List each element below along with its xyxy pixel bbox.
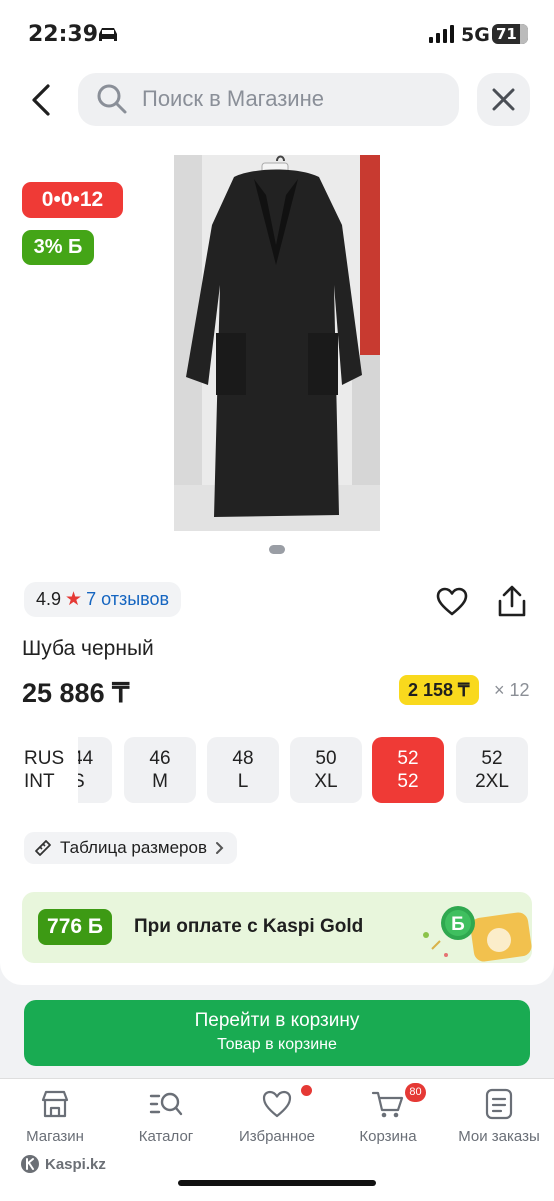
orders-icon	[485, 1088, 513, 1120]
heart-icon	[262, 1090, 292, 1118]
size-option-46[interactable]: 46 M	[124, 737, 196, 803]
product-title: Шуба черный	[22, 637, 154, 660]
network-type: 5G	[461, 24, 490, 46]
car-icon	[99, 28, 117, 41]
favorites-notification-dot	[301, 1085, 312, 1096]
nav-favorites[interactable]: Избранное	[222, 1088, 332, 1145]
nav-favorites-label: Избранное	[238, 1128, 316, 1145]
size-chart-link[interactable]: Таблица размеров	[24, 832, 237, 864]
bonus-badge: 3% Б	[22, 230, 94, 265]
gold-banner-text: При оплате с Kaspi Gold	[134, 916, 364, 937]
star-icon: ★	[65, 589, 83, 610]
search-placeholder[interactable]: Поиск в Магазине	[142, 86, 324, 112]
nav-catalog-label: Каталог	[138, 1128, 194, 1145]
go-to-cart-button[interactable]: Перейти в корзину Товар в корзине	[24, 1000, 530, 1066]
ruler-icon	[35, 840, 51, 856]
size-option-48[interactable]: 48 L	[207, 737, 279, 803]
nav-shop-label: Магазин	[26, 1128, 84, 1145]
nav-catalog[interactable]: Каталог	[111, 1088, 221, 1145]
share-icon[interactable]	[496, 585, 528, 619]
product-price: 25 886 ₸	[22, 678, 130, 708]
gold-bonus-badge: 776 Б	[38, 909, 112, 945]
cart-count-badge: 80	[405, 1083, 426, 1102]
close-button[interactable]	[477, 73, 530, 126]
kaspi-watermark: Kaspi.kz	[20, 1154, 106, 1174]
size-row-labels: RUS INT	[24, 747, 64, 793]
nav-orders[interactable]: Мои заказы	[444, 1088, 554, 1145]
battery-level: 71	[496, 25, 517, 43]
months-count: × 12	[494, 680, 530, 700]
cart-button-subtitle: Товар в корзине	[217, 1036, 337, 1053]
back-arrow-icon[interactable]	[26, 80, 62, 120]
nav-cart-label: Корзина	[359, 1128, 417, 1145]
monthly-payment[interactable]: 2 158 ₸	[399, 675, 479, 705]
rating-chip[interactable]: 4.9 ★ 7 отзывов	[24, 582, 182, 617]
battery-icon: 71	[492, 24, 528, 44]
cart-icon	[371, 1091, 404, 1118]
kaspi-gold-coin-icon: Б	[423, 906, 532, 962]
close-icon	[492, 88, 515, 111]
rating-value: 4.9	[36, 589, 62, 609]
favorite-heart-icon[interactable]	[436, 587, 468, 617]
svg-text:Б: Б	[451, 914, 465, 935]
size-option-52-selected[interactable]: 52 52	[372, 737, 444, 803]
cart-button-title: Перейти в корзину	[194, 1010, 360, 1031]
nav-orders-label: Мои заказы	[458, 1128, 540, 1145]
image-pager-dot	[269, 545, 285, 554]
nav-cart[interactable]: Корзина	[333, 1088, 443, 1145]
installment-badge: 0•0•12	[22, 182, 123, 218]
product-image[interactable]	[174, 155, 380, 531]
nav-shop[interactable]: Магазин	[0, 1088, 110, 1145]
size-option-50[interactable]: 50 XL	[290, 737, 362, 803]
chevron-right-icon	[215, 842, 224, 854]
size-label-rus: RUS	[24, 748, 65, 769]
reviews-link[interactable]: 7 отзывов	[86, 589, 169, 609]
kaspi-logo-icon	[21, 1155, 39, 1173]
search-icon	[97, 84, 127, 114]
status-time: 22:39	[28, 22, 99, 47]
store-icon	[41, 1090, 69, 1118]
size-label-int: INT	[24, 771, 55, 792]
home-indicator	[178, 1180, 376, 1186]
kaspi-watermark-text: Kaspi.kz	[45, 1155, 106, 1173]
size-chart-label: Таблица размеров	[60, 838, 207, 857]
catalog-search-icon	[149, 1092, 183, 1116]
size-option-44[interactable]: 44S	[78, 737, 112, 803]
signal-icon	[429, 25, 454, 43]
size-option-52-2xl[interactable]: 52 2XL	[456, 737, 528, 803]
